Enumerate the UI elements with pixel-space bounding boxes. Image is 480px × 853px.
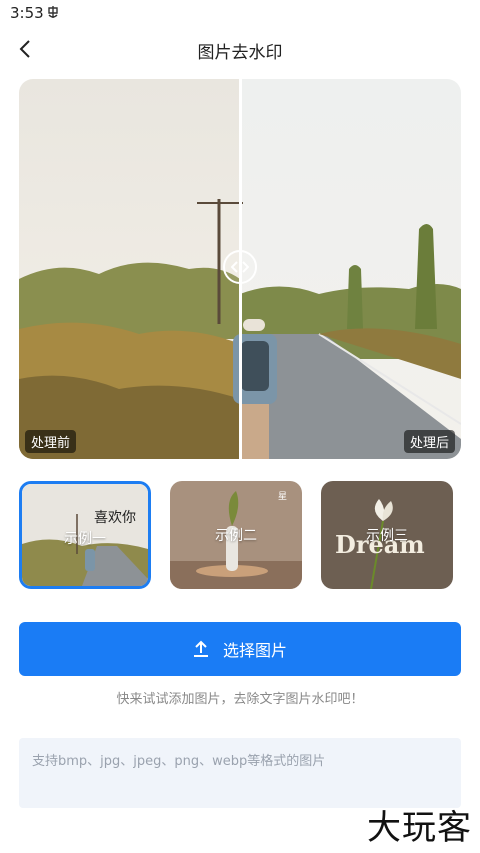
sample-1-thumbnail[interactable]: 喜欢你 示例一 [19,481,151,589]
compare-slider-handle[interactable] [223,250,257,284]
before-label: 处理前 [25,430,77,453]
status-time: 3:53 [10,4,44,22]
page-title: 图片去水印 [197,43,283,63]
sample-1-overlay-text: 喜欢你 [94,510,136,526]
hint-text: 快来试试添加图片，去除文字图片水印吧！ [116,692,364,707]
sample-3-thumbnail[interactable]: Dream 示例三 [321,481,453,589]
watermark-logo: 大玩客 [367,808,472,848]
chevron-left-right-icon [231,261,249,273]
status-bar: 3:53 [0,0,480,28]
sample-list: 喜欢你 示例一 星 示例二 Dream 示例三 [19,481,461,589]
before-after-comparison[interactable]: 处理前 处理后 [19,79,461,459]
sample-3-label: 示例三 [366,528,408,544]
notification-app-icon [48,6,58,18]
sample-2-label: 示例二 [215,528,257,544]
sample-1-label: 示例一 [64,531,106,547]
select-image-label: 选择图片 [222,641,287,660]
svg-text:星: 星 [278,491,287,502]
sample-2-thumbnail[interactable]: 星 示例二 [170,481,302,589]
after-label: 处理后 [403,430,455,453]
supported-formats-box: 支持bmp、jpg、jpeg、png、webp等格式的图片 [19,738,461,808]
nav-bar: 图片去水印 [0,28,480,70]
upload-icon [193,640,209,658]
supported-formats-text: 支持bmp、jpg、jpeg、png、webp等格式的图片 [32,754,326,769]
select-image-button[interactable]: 选择图片 [19,622,461,676]
